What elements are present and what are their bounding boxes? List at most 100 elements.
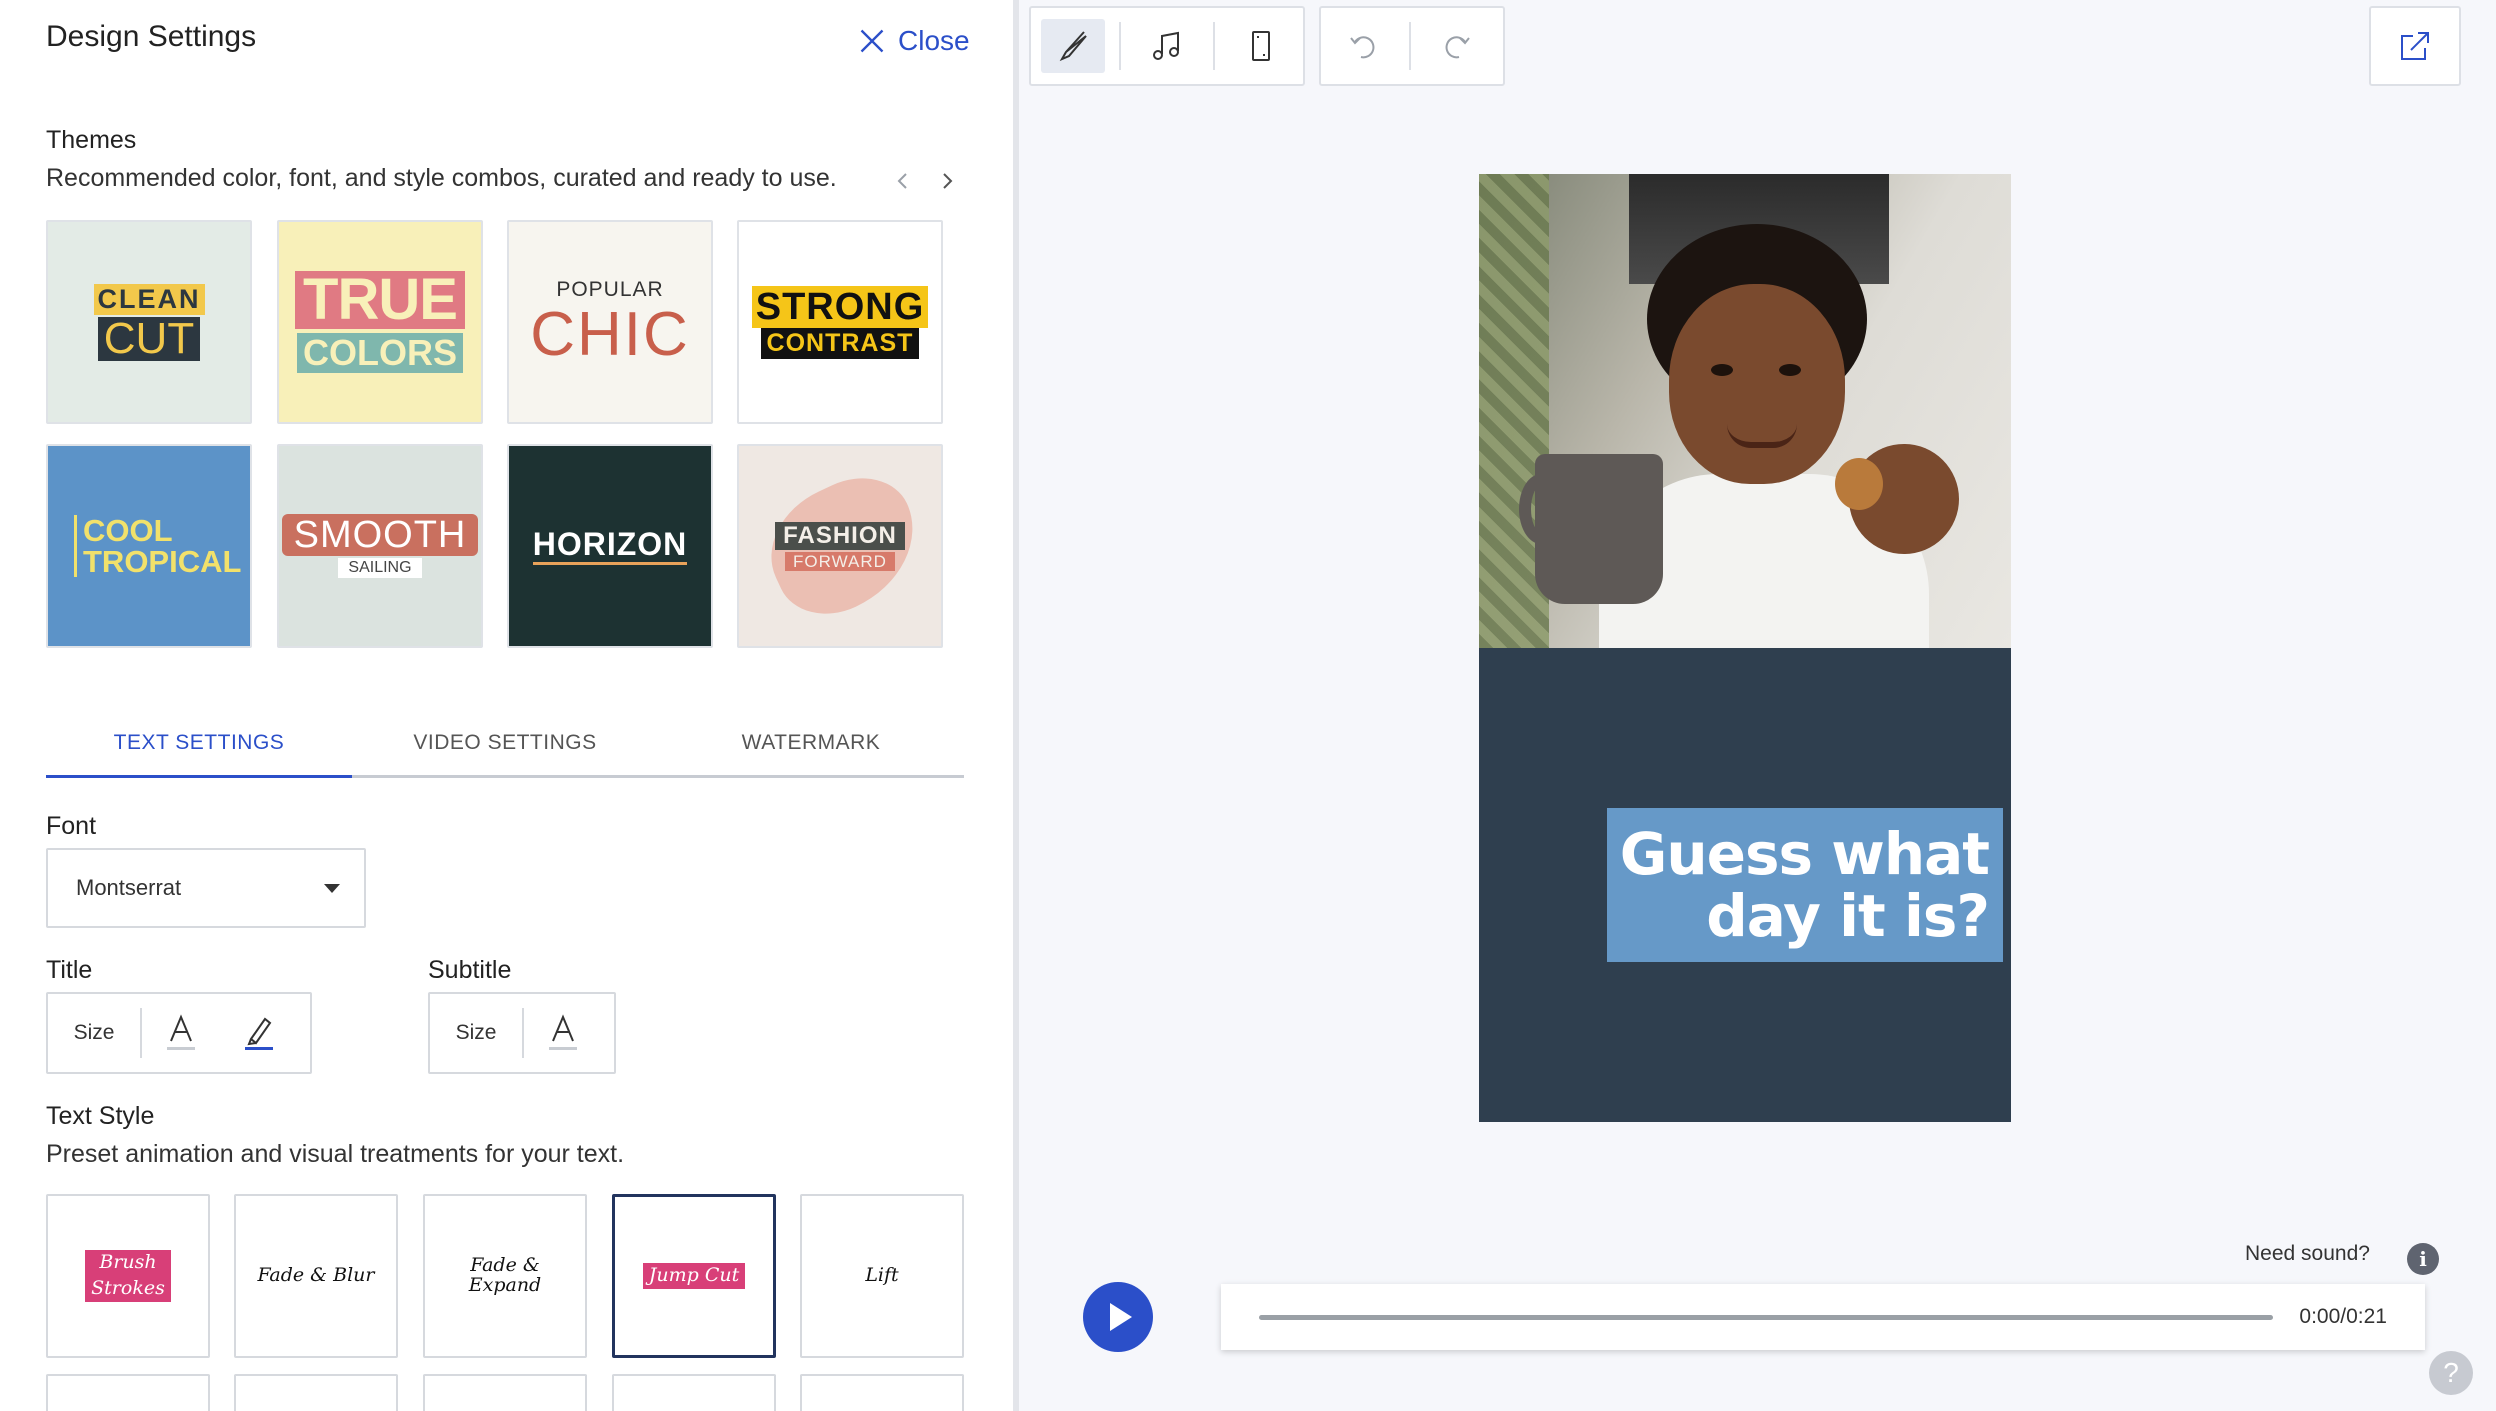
title-size-button[interactable]: Size bbox=[48, 1008, 142, 1058]
settings-tabs: TEXT SETTINGS VIDEO SETTINGS WATERMARK bbox=[46, 722, 964, 778]
text-style-card[interactable] bbox=[612, 1374, 776, 1411]
design-settings-panel: Design Settings Close Themes Recommended… bbox=[0, 0, 1016, 1411]
style-line1: Fade & Blur bbox=[257, 1264, 375, 1287]
undo-icon bbox=[1350, 36, 1375, 59]
preview-caption[interactable]: Guess what day it is? bbox=[1607, 808, 2003, 962]
play-icon bbox=[1110, 1303, 1132, 1331]
text-style-card[interactable] bbox=[46, 1374, 210, 1411]
progress-track[interactable] bbox=[1259, 1314, 2274, 1320]
theme-line1: SMOOTH bbox=[281, 514, 479, 556]
font-select-value: Montserrat bbox=[76, 875, 182, 900]
theme-line2: CHIC bbox=[530, 299, 690, 369]
style-preview: Brush Strokes bbox=[85, 1250, 171, 1302]
separator bbox=[1119, 22, 1121, 70]
help-icon[interactable]: ? bbox=[2429, 1351, 2473, 1395]
undo-button[interactable] bbox=[1331, 19, 1395, 73]
text-style-card[interactable] bbox=[234, 1374, 398, 1411]
text-style-heading: Text Style bbox=[46, 1102, 155, 1130]
theme-line2: FORWARD bbox=[785, 551, 895, 571]
style-line2: Expand bbox=[468, 1274, 542, 1296]
chevron-left-icon bbox=[897, 173, 907, 189]
style-preview: Fade & Expand bbox=[468, 1254, 542, 1296]
theme-line1: STRONG bbox=[751, 285, 929, 328]
theme-line1: COOL bbox=[83, 513, 173, 548]
export-button[interactable] bbox=[2369, 6, 2461, 86]
caption-line1: Guess what bbox=[1619, 820, 1990, 888]
aspect-ratio-button[interactable] bbox=[1229, 19, 1293, 73]
design-tool-button[interactable] bbox=[1041, 19, 1105, 73]
themes-description: Recommended color, font, and style combo… bbox=[46, 164, 837, 192]
subtitle-size-button[interactable]: Size bbox=[430, 1008, 524, 1058]
redo-icon bbox=[1445, 36, 1470, 59]
theme-popular-chic[interactable]: POPULAR CHIC bbox=[507, 220, 713, 424]
external-link-icon bbox=[2401, 32, 2429, 60]
video-preview[interactable]: Guess what day it is? bbox=[1479, 174, 2011, 1122]
separator bbox=[1213, 22, 1215, 70]
playback-time: 0:00/0:21 bbox=[2299, 1305, 2387, 1328]
font-color-icon bbox=[167, 1014, 195, 1050]
caret-down-icon bbox=[324, 883, 340, 893]
themes-heading: Themes bbox=[46, 126, 137, 154]
text-style-card[interactable] bbox=[800, 1374, 964, 1411]
redo-button[interactable] bbox=[1425, 19, 1489, 73]
theme-line2: COLORS bbox=[296, 333, 463, 373]
theme-line1: HORIZON bbox=[532, 528, 688, 565]
highlighter-icon bbox=[245, 1017, 273, 1050]
phone-frame-icon bbox=[1252, 31, 1270, 61]
text-style-card[interactable] bbox=[423, 1374, 587, 1411]
themes-prev-button[interactable] bbox=[888, 166, 918, 196]
text-style-lift[interactable]: Lift bbox=[800, 1194, 964, 1358]
caption-line2: day it is? bbox=[1706, 882, 1990, 950]
panel-title: Design Settings bbox=[46, 20, 257, 53]
theme-line1: CLEAN bbox=[93, 283, 205, 315]
theme-cool-tropical[interactable]: COOL TROPICAL bbox=[46, 444, 252, 648]
title-highlight-button[interactable] bbox=[220, 994, 298, 1072]
style-line1: Brush bbox=[85, 1250, 171, 1276]
subtitle-font-color-button[interactable] bbox=[524, 994, 602, 1072]
music-tool-button[interactable] bbox=[1135, 19, 1199, 73]
theme-line2: CUT bbox=[97, 316, 201, 361]
theme-true-colors[interactable]: TRUE COLORS bbox=[277, 220, 483, 424]
tab-video-settings[interactable]: VIDEO SETTINGS bbox=[352, 722, 658, 775]
preview-area: Guess what day it is? Need sound? i 0:00… bbox=[1019, 0, 2496, 1411]
separator bbox=[1409, 22, 1411, 70]
theme-fashion-forward[interactable]: FASHION FORWARD bbox=[737, 444, 943, 648]
subtitle-controls: Size bbox=[428, 992, 616, 1074]
brush-icon bbox=[1059, 31, 1087, 62]
themes-next-button[interactable] bbox=[932, 166, 962, 196]
theme-line2: SAILING bbox=[338, 558, 422, 578]
theme-horizon[interactable]: HORIZON bbox=[507, 444, 713, 648]
style-line1: Jump Cut bbox=[642, 1263, 746, 1289]
close-label: Close bbox=[898, 25, 970, 56]
theme-smooth-sailing[interactable]: SMOOTH SAILING bbox=[277, 444, 483, 648]
chevron-right-icon bbox=[943, 173, 953, 189]
theme-line1: FASHION bbox=[775, 521, 905, 550]
info-icon[interactable]: i bbox=[2407, 1243, 2439, 1275]
font-select[interactable]: Montserrat bbox=[46, 848, 366, 928]
text-style-jump-cut[interactable]: Jump Cut bbox=[612, 1194, 776, 1358]
font-color-icon bbox=[549, 1014, 577, 1050]
theme-line2: CONTRAST bbox=[760, 327, 920, 359]
text-style-description: Preset animation and visual treatments f… bbox=[46, 1140, 625, 1168]
history-tools bbox=[1319, 6, 1505, 86]
tab-watermark[interactable]: WATERMARK bbox=[658, 722, 964, 775]
title-label: Title bbox=[46, 956, 93, 984]
style-line1: Lift bbox=[865, 1264, 899, 1287]
text-style-brush-strokes[interactable]: Brush Strokes bbox=[46, 1194, 210, 1358]
text-style-fade-blur[interactable]: Fade & Blur bbox=[234, 1194, 398, 1358]
style-line1: Fade & bbox=[470, 1254, 540, 1277]
play-button[interactable] bbox=[1083, 1282, 1153, 1352]
text-style-fade-expand[interactable]: Fade & Expand bbox=[423, 1194, 587, 1358]
edit-tools bbox=[1029, 6, 1305, 86]
theme-strong-contrast[interactable]: STRONG CONTRAST bbox=[737, 220, 943, 424]
tab-text-settings[interactable]: TEXT SETTINGS bbox=[46, 722, 352, 778]
close-icon bbox=[860, 29, 884, 53]
close-button[interactable]: Close bbox=[858, 20, 970, 62]
title-font-color-button[interactable] bbox=[142, 994, 220, 1072]
theme-clean-cut[interactable]: CLEAN CUT bbox=[46, 220, 252, 424]
preview-photo bbox=[1479, 174, 2011, 648]
theme-line2: TROPICAL bbox=[83, 544, 242, 579]
title-controls: Size bbox=[46, 992, 312, 1074]
subtitle-label: Subtitle bbox=[428, 956, 512, 984]
style-line2: Strokes bbox=[85, 1276, 171, 1302]
